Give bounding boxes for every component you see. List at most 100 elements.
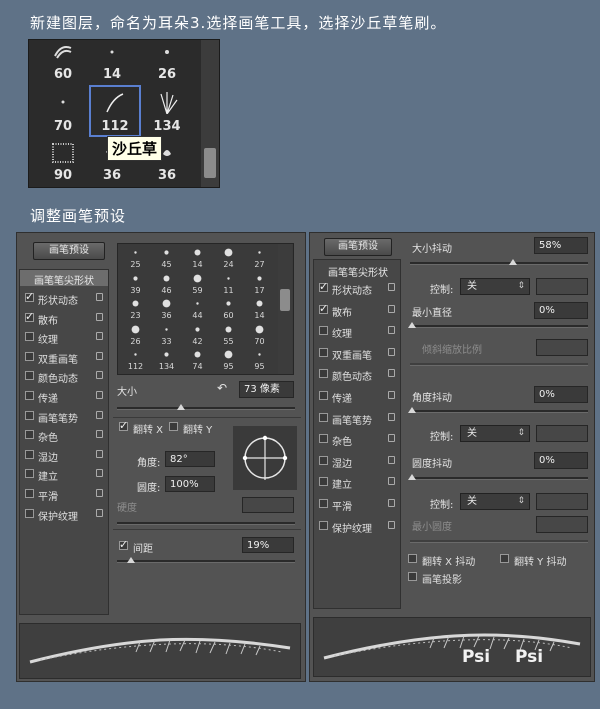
list-item-option[interactable]: 双重画笔 bbox=[20, 349, 108, 366]
checkbox[interactable] bbox=[319, 412, 328, 422]
list-item-option[interactable]: 保护纹理 bbox=[20, 506, 108, 523]
min-roundness-slider[interactable] bbox=[410, 540, 588, 543]
lock-icon[interactable] bbox=[96, 332, 103, 341]
brush-tip-thumb[interactable]: 14 bbox=[246, 297, 273, 324]
list-item-option[interactable]: 画笔笔势 bbox=[314, 410, 400, 427]
list-item-option[interactable]: ✓ 散布 bbox=[314, 302, 400, 319]
checkbox[interactable] bbox=[25, 371, 34, 381]
reset-size-icon[interactable]: ↶ bbox=[217, 381, 227, 395]
brush-tip-thumb[interactable]: 39 bbox=[122, 272, 149, 299]
angle-roundness-widget[interactable] bbox=[233, 426, 297, 490]
control-dropdown[interactable]: 关 ⇕ bbox=[460, 425, 530, 442]
lock-icon[interactable] bbox=[388, 520, 395, 529]
checkbox[interactable] bbox=[25, 449, 34, 459]
brush-tip-thumb[interactable]: 95 bbox=[215, 348, 242, 374]
checkbox[interactable] bbox=[25, 430, 34, 440]
lock-icon[interactable] bbox=[96, 469, 103, 478]
list-item-option[interactable]: 湿边 bbox=[314, 453, 400, 470]
list-item-option[interactable]: 平滑 bbox=[314, 496, 400, 513]
spacing-input[interactable]: 19% bbox=[242, 537, 294, 553]
brush-tip-thumb[interactable]: 55 bbox=[215, 323, 242, 350]
brush-tip-thumb[interactable]: 70 bbox=[246, 323, 273, 350]
hardness-slider[interactable] bbox=[117, 522, 295, 525]
angle-jitter-slider-knob[interactable] bbox=[408, 407, 416, 413]
angle-jitter-slider[interactable] bbox=[410, 410, 588, 413]
tilt-scale-slider[interactable] bbox=[410, 363, 588, 366]
size-slider[interactable] bbox=[117, 407, 295, 410]
brush-tip-thumb[interactable]: 46 bbox=[153, 272, 180, 299]
checkbox[interactable] bbox=[25, 332, 34, 342]
checkbox[interactable] bbox=[25, 489, 34, 498]
list-item-option[interactable]: 双重画笔 bbox=[314, 345, 400, 362]
checkbox[interactable] bbox=[25, 391, 34, 400]
lock-icon[interactable] bbox=[388, 347, 395, 356]
list-item-tip-shape[interactable]: 画笔笔尖形状 bbox=[314, 262, 400, 279]
lock-icon[interactable] bbox=[388, 477, 395, 486]
lock-icon[interactable] bbox=[388, 391, 395, 399]
brush-presets-button[interactable]: 画笔预设 bbox=[33, 242, 105, 260]
grid-scrollbar[interactable] bbox=[278, 244, 292, 374]
control-dropdown[interactable]: 关 ⇕ bbox=[460, 493, 530, 510]
list-item-option[interactable]: ✓ 形状动态 bbox=[314, 280, 400, 297]
checkbox[interactable] bbox=[319, 326, 328, 336]
brush-tip-thumb[interactable]: 25 bbox=[122, 246, 149, 273]
list-item-option[interactable]: 建立 bbox=[20, 466, 108, 483]
checkbox[interactable] bbox=[408, 554, 417, 563]
checkbox[interactable] bbox=[319, 391, 328, 400]
lock-icon[interactable] bbox=[96, 293, 103, 301]
brush-tip-thumb[interactable]: 74 bbox=[184, 348, 211, 374]
brush-thumb[interactable]: 14 bbox=[92, 40, 132, 86]
list-item-option[interactable]: 保护纹理 bbox=[314, 518, 400, 535]
brush-tip-thumb[interactable]: 95 bbox=[246, 348, 273, 374]
tilt-scale-input[interactable] bbox=[536, 339, 588, 356]
checkbox[interactable] bbox=[319, 520, 328, 530]
lock-icon[interactable] bbox=[96, 391, 103, 399]
checkbox[interactable] bbox=[25, 410, 34, 420]
brush-thumb[interactable]: 70 bbox=[43, 90, 83, 136]
lock-icon[interactable] bbox=[388, 369, 395, 378]
lock-icon[interactable] bbox=[96, 351, 103, 360]
picker-scrollbar[interactable] bbox=[201, 40, 219, 187]
checkbox[interactable] bbox=[169, 422, 178, 431]
lock-icon[interactable] bbox=[96, 489, 103, 497]
brush-tip-thumb[interactable]: 60 bbox=[215, 297, 242, 324]
hardness-input[interactable] bbox=[242, 497, 294, 513]
checkbox[interactable] bbox=[500, 554, 509, 563]
brush-tip-grid[interactable]: 25 45 14 24 27 39 46 59 11 17 23 36 44 60 14 26 33 42 55 70… bbox=[117, 243, 294, 375]
spacing-slider-knob[interactable] bbox=[127, 557, 135, 563]
brush-tip-thumb[interactable]: 112 bbox=[122, 348, 149, 374]
list-item-tip-shape[interactable]: 画笔笔尖形状 bbox=[20, 270, 108, 287]
roundness-jitter-slider[interactable] bbox=[410, 477, 588, 480]
angle-jitter-input[interactable]: 0% bbox=[534, 386, 588, 403]
list-item-option[interactable]: 画笔笔势 bbox=[20, 408, 108, 425]
checkbox[interactable] bbox=[319, 369, 328, 379]
checkbox[interactable] bbox=[25, 508, 34, 518]
list-item-option[interactable]: 纹理 bbox=[314, 323, 400, 340]
list-item-option[interactable]: 平滑 bbox=[20, 486, 108, 503]
checkbox[interactable] bbox=[25, 351, 34, 361]
brush-tip-thumb[interactable]: 36 bbox=[153, 297, 180, 324]
scrollbar-thumb[interactable] bbox=[204, 148, 216, 178]
brush-tip-thumb[interactable]: 44 bbox=[184, 297, 211, 324]
list-item-option[interactable]: 颜色动态 bbox=[20, 368, 108, 385]
roundness-input[interactable]: 100% bbox=[165, 476, 215, 492]
brush-thumb[interactable]: 26 bbox=[147, 40, 187, 86]
checkbox[interactable] bbox=[319, 477, 328, 487]
lock-icon[interactable] bbox=[96, 410, 103, 419]
brush-tip-thumb[interactable]: 27 bbox=[246, 246, 273, 273]
brush-tip-thumb[interactable]: 24 bbox=[215, 246, 242, 273]
list-item-option[interactable]: 传递 bbox=[20, 388, 108, 405]
size-slider-knob[interactable] bbox=[177, 404, 185, 410]
lock-icon[interactable] bbox=[96, 430, 103, 439]
brush-tip-thumb[interactable]: 33 bbox=[153, 323, 180, 350]
list-item-option[interactable]: ✓ 散布 bbox=[20, 310, 108, 327]
min-roundness-input[interactable] bbox=[536, 516, 588, 533]
lock-icon[interactable] bbox=[96, 371, 103, 380]
brush-tip-thumb[interactable]: 45 bbox=[153, 246, 180, 273]
brush-tip-thumb[interactable]: 17 bbox=[246, 272, 273, 299]
scrollbar-thumb[interactable] bbox=[280, 289, 290, 311]
list-item-option[interactable]: 传递 bbox=[314, 388, 400, 405]
control-value-field[interactable] bbox=[536, 425, 588, 442]
brush-tip-thumb[interactable]: 23 bbox=[122, 297, 149, 324]
size-jitter-slider-knob[interactable] bbox=[509, 259, 517, 265]
